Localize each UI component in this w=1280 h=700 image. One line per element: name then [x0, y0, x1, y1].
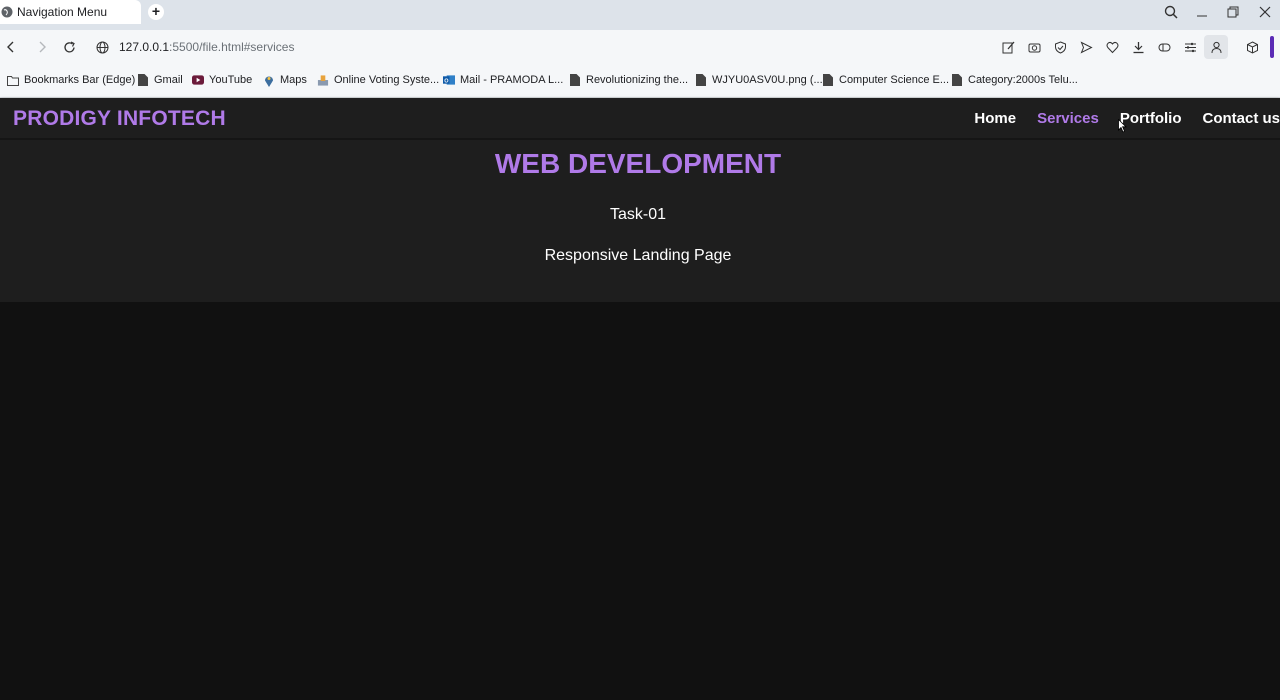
browser-tab[interactable]: Navigation Menu — [0, 0, 141, 24]
url-path: :5500/file.html#services — [169, 40, 295, 54]
maps-pin-icon — [263, 74, 275, 87]
task-label: Task-01 — [609, 206, 667, 223]
section-title: WEB DEVELOPMENT — [494, 148, 782, 179]
camera-icon — [1028, 43, 1040, 52]
send-icon — [1080, 40, 1093, 54]
page-icon — [951, 74, 963, 86]
tab-title: Navigation Menu — [17, 5, 108, 19]
shield-button[interactable] — [1052, 39, 1068, 55]
services-section: WEB DEVELOPMENT Task-01 Responsive Landi… — [0, 140, 1280, 302]
sidebar-accent-bar — [1270, 36, 1274, 58]
bookmark-label: Computer Science E... — [839, 74, 950, 86]
bookmarks-bar: Bookmarks Bar (Edge) Gmail YouTube Maps … — [0, 64, 1280, 98]
profile-button[interactable] — [1204, 35, 1228, 59]
search-icon — [1164, 5, 1178, 19]
page-icon — [695, 74, 707, 86]
bookmark-item[interactable]: YouTube — [192, 74, 252, 86]
favorites-button[interactable] — [1104, 39, 1120, 55]
bookmark-item[interactable]: Computer Science E... — [822, 74, 949, 86]
mouse-cursor-icon — [1118, 119, 1127, 133]
bookmark-label: YouTube — [209, 74, 253, 86]
heart-icon — [1106, 41, 1118, 53]
send-button[interactable] — [1078, 39, 1094, 55]
minimize-icon — [1197, 15, 1207, 17]
back-button[interactable] — [3, 39, 19, 55]
person-icon — [1211, 41, 1221, 53]
site-info-button[interactable] — [94, 39, 110, 55]
close-window-button[interactable] — [1255, 3, 1275, 21]
reading-button[interactable] — [1156, 39, 1172, 55]
edit-button[interactable] — [1000, 39, 1016, 55]
youtube-icon — [192, 74, 204, 86]
bookmark-item[interactable]: Online Voting Syste... — [317, 74, 439, 86]
new-tab-button[interactable]: + — [148, 4, 164, 20]
restore-button[interactable] — [1223, 3, 1243, 21]
nav-contact-link[interactable]: Contact us — [1202, 110, 1280, 127]
page-icon — [137, 74, 149, 86]
url-host: 127.0.0.1 — [119, 40, 170, 54]
reload-icon — [63, 40, 75, 52]
url-field[interactable]: 127.0.0.1:5500/file.html#services — [119, 40, 294, 54]
globe-icon — [1, 6, 13, 18]
search-tabs-button[interactable] — [1161, 3, 1181, 21]
nav-portfolio-link[interactable]: Portfolio — [1120, 110, 1182, 127]
bookmark-label: Gmail — [154, 74, 183, 86]
page-icon — [569, 74, 581, 86]
outlook-icon: O — [443, 74, 455, 86]
tab-strip: Navigation Menu + — [0, 0, 1280, 30]
folder-icon — [7, 74, 19, 86]
task-description: Responsive Landing Page — [544, 247, 732, 264]
reading-view-icon — [1158, 43, 1170, 51]
address-toolbar: 127.0.0.1:5500/file.html#services — [0, 30, 1280, 64]
voting-icon — [317, 74, 329, 86]
minimize-button[interactable] — [1192, 3, 1212, 21]
bookmark-label: Bookmarks Bar (Edge) — [24, 74, 136, 86]
restore-icon — [1227, 6, 1239, 18]
bookmark-item[interactable]: Revolutionizing the... — [569, 74, 688, 86]
extensions-button[interactable] — [1244, 39, 1260, 55]
shield-check-icon — [1054, 40, 1066, 54]
bookmark-item[interactable]: WJYU0ASV0U.png (... — [695, 74, 823, 86]
page-viewport: PRODIGY INFOTECH Home Services Portfolio… — [0, 98, 1280, 700]
bookmark-item[interactable]: Maps — [263, 74, 307, 87]
collections-button[interactable] — [1182, 39, 1198, 55]
forward-arrow-icon — [39, 41, 46, 53]
cube-icon — [1246, 40, 1258, 54]
forward-button[interactable] — [34, 39, 50, 55]
nav-services-link[interactable]: Services — [1037, 110, 1099, 127]
downloads-button[interactable] — [1130, 39, 1146, 55]
bookmark-item[interactable]: Gmail — [137, 74, 183, 86]
nav-home-link[interactable]: Home — [974, 110, 1016, 127]
site-logo[interactable]: PRODIGY INFOTECH — [13, 107, 226, 131]
download-icon — [1133, 41, 1143, 53]
bookmark-label: Revolutionizing the... — [586, 74, 689, 86]
back-arrow-icon — [7, 41, 14, 53]
close-icon — [1259, 6, 1271, 18]
bookmark-label: WJYU0ASV0U.png (... — [712, 74, 823, 86]
nav-links: Home Services Portfolio Contact us — [953, 110, 1280, 127]
bookmark-label: Online Voting Syste... — [334, 74, 440, 86]
bookmark-label: Category:2000s Telu... — [968, 74, 1078, 86]
bookmark-item[interactable]: O Mail - PRAMODA L... — [443, 74, 563, 86]
bookmark-label: Maps — [280, 74, 307, 86]
sliders-icon — [1184, 42, 1196, 52]
screenshot-button[interactable] — [1026, 39, 1042, 55]
bookmark-label: Mail - PRAMODA L... — [460, 74, 564, 86]
bookmark-item[interactable]: Category:2000s Telu... — [951, 74, 1078, 86]
bookmark-item[interactable]: Bookmarks Bar (Edge) — [7, 74, 135, 86]
page-icon — [822, 74, 834, 86]
edit-icon — [1002, 41, 1014, 53]
reload-button[interactable] — [61, 39, 77, 55]
svg-text:O: O — [444, 78, 449, 84]
site-navbar: PRODIGY INFOTECH Home Services Portfolio… — [0, 98, 1280, 140]
globe-icon — [96, 41, 108, 53]
